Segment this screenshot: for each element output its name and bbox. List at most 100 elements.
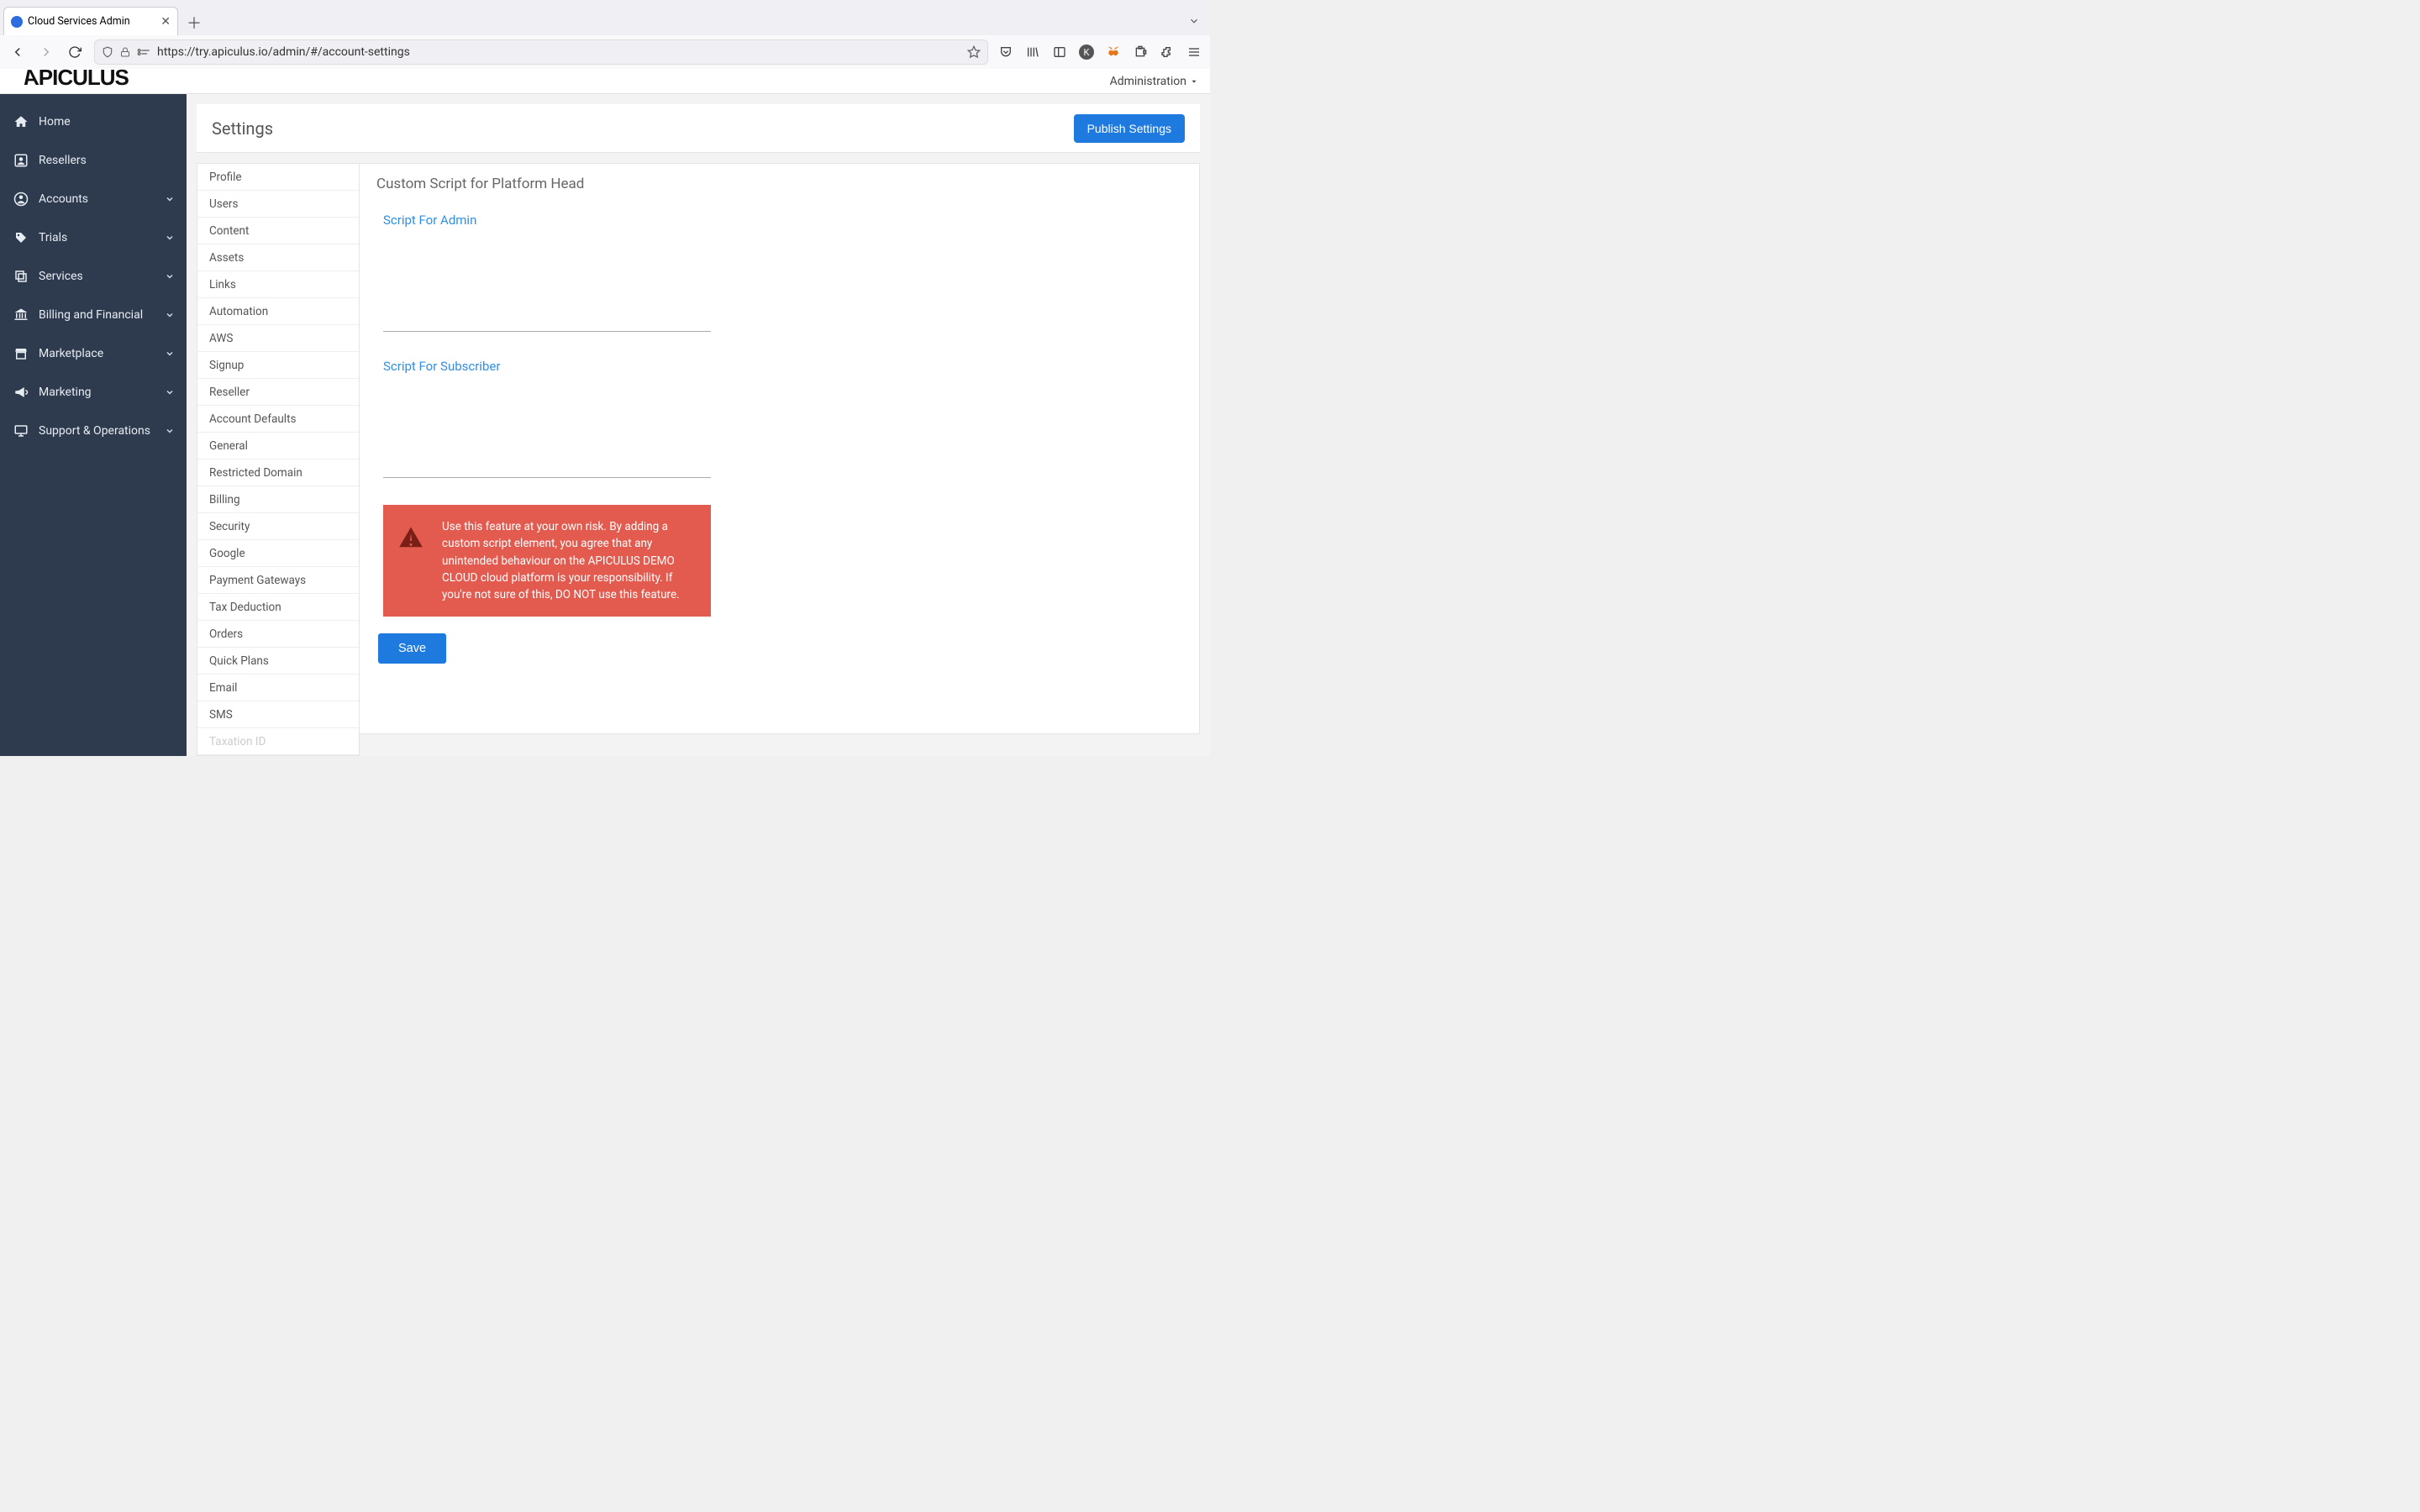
settings-nav-payment-gateways[interactable]: Payment Gateways	[197, 567, 359, 594]
permissions-icon[interactable]	[137, 46, 150, 58]
sidebar-item-label: Support & Operations	[39, 424, 150, 438]
chevron-down-icon	[165, 426, 175, 436]
administration-menu[interactable]: Administration	[1110, 69, 1198, 94]
settings-nav-users[interactable]: Users	[197, 191, 359, 218]
page-header: Settings Publish Settings	[197, 104, 1200, 153]
toolbar-right-icons: K	[998, 45, 1202, 60]
chevron-down-icon	[165, 310, 175, 320]
app-header: APICULUS Administration	[0, 69, 1210, 94]
sidebar-item-label: Trials	[39, 231, 67, 244]
new-tab-button[interactable]: ＋	[182, 10, 207, 35]
sidebar-item-label: Marketplace	[39, 347, 103, 360]
settings-nav: ProfileUsersContentAssetsLinksAutomation…	[197, 163, 360, 756]
settings-content-row: ProfileUsersContentAssetsLinksAutomation…	[197, 163, 1200, 756]
layers-icon	[13, 269, 29, 284]
sidebar-item-label: Marketing	[39, 386, 92, 399]
settings-nav-content[interactable]: Content	[197, 218, 359, 244]
script-subscriber-input[interactable]	[383, 379, 711, 478]
settings-nav-reseller[interactable]: Reseller	[197, 379, 359, 406]
settings-nav-google[interactable]: Google	[197, 540, 359, 567]
forward-button[interactable]	[37, 43, 55, 61]
settings-nav-profile[interactable]: Profile	[197, 164, 359, 191]
page-title: Settings	[212, 118, 273, 139]
browser-tab[interactable]: Cloud Services Admin ✕	[3, 7, 178, 35]
chevron-down-icon	[165, 233, 175, 243]
chevron-down-icon	[165, 387, 175, 397]
back-button[interactable]	[8, 43, 27, 61]
monitor-icon	[13, 423, 29, 438]
chevron-down-icon	[165, 271, 175, 281]
tab-overflow-button[interactable]	[1188, 7, 1200, 35]
sidebar-item-label: Services	[39, 270, 83, 283]
bank-icon	[13, 307, 29, 323]
sidebar-item-label: Billing and Financial	[39, 308, 143, 322]
settings-nav-aws[interactable]: AWS	[197, 325, 359, 352]
settings-nav-billing[interactable]: Billing	[197, 486, 359, 513]
settings-nav-quick-plans[interactable]: Quick Plans	[197, 648, 359, 675]
hamburger-menu-icon[interactable]	[1186, 45, 1202, 60]
bookmark-star-icon[interactable]	[967, 45, 981, 59]
sidebar-item-support-operations[interactable]: Support & Operations	[0, 412, 187, 450]
settings-nav-email[interactable]: Email	[197, 675, 359, 701]
reload-button[interactable]	[66, 43, 84, 61]
settings-nav-assets[interactable]: Assets	[197, 244, 359, 271]
sidebar-item-label: Resellers	[39, 154, 87, 167]
chevron-down-icon	[165, 349, 175, 359]
chevron-down-icon	[165, 194, 175, 204]
settings-nav-general[interactable]: General	[197, 433, 359, 459]
script-subscriber-label: Script For Subscriber	[383, 359, 711, 374]
app-body: Home Resellers Accounts Trials Services Billi…	[0, 94, 1210, 756]
profile-badge[interactable]: K	[1079, 45, 1094, 60]
settings-nav-account-defaults[interactable]: Account Defaults	[197, 406, 359, 433]
script-admin-label: Script For Admin	[383, 213, 711, 228]
settings-nav-automation[interactable]: Automation	[197, 298, 359, 325]
sidebar-item-marketplace[interactable]: Marketplace	[0, 334, 187, 373]
sidebar-item-accounts[interactable]: Accounts	[0, 180, 187, 218]
sidebar-item-trials[interactable]: Trials	[0, 218, 187, 257]
megaphone-icon	[13, 385, 29, 400]
warning-text: Use this feature at your own risk. By ad…	[442, 520, 680, 601]
settings-nav-taxation-id[interactable]: Taxation ID	[197, 728, 359, 755]
sidebar-item-resellers[interactable]: Resellers	[0, 141, 187, 180]
shield-icon[interactable]	[102, 46, 113, 58]
home-icon	[13, 114, 29, 129]
app-logo: APICULUS	[24, 65, 129, 91]
administration-label: Administration	[1110, 75, 1186, 88]
close-icon[interactable]: ✕	[160, 15, 171, 29]
browser-chrome: Cloud Services Admin ✕ ＋ https:	[0, 0, 1210, 69]
settings-panel: Custom Script for Platform Head Script F…	[360, 163, 1200, 734]
settings-nav-orders[interactable]: Orders	[197, 621, 359, 648]
sidebar-item-services[interactable]: Services	[0, 257, 187, 296]
pocket-icon[interactable]	[998, 45, 1013, 60]
settings-nav-restricted-domain[interactable]: Restricted Domain	[197, 459, 359, 486]
lock-icon[interactable]	[120, 46, 130, 58]
script-subscriber-field: Script For Subscriber	[383, 359, 711, 481]
tab-title: Cloud Services Admin	[28, 15, 130, 28]
sidebar-item-home[interactable]: Home	[0, 102, 187, 141]
sidebar-toggle-icon[interactable]	[1052, 45, 1067, 60]
user-circle-icon	[13, 192, 29, 207]
settings-nav-links[interactable]: Links	[197, 271, 359, 298]
save-button[interactable]: Save	[378, 633, 446, 664]
warning-icon	[398, 525, 424, 550]
extensions-puzzle-icon[interactable]	[1160, 45, 1175, 60]
metamask-icon[interactable]	[1106, 45, 1121, 60]
publish-settings-button[interactable]: Publish Settings	[1074, 114, 1185, 143]
user-box-icon	[13, 153, 29, 168]
script-admin-field: Script For Admin	[383, 213, 711, 335]
settings-nav-signup[interactable]: Signup	[197, 352, 359, 379]
sidebar-item-billing-and-financial[interactable]: Billing and Financial	[0, 296, 187, 334]
tag-icon	[13, 230, 29, 245]
url-bar[interactable]: https://try.apiculus.io/admin/#/account-…	[94, 39, 988, 65]
tab-favicon	[11, 16, 23, 28]
settings-nav-tax-deduction[interactable]: Tax Deduction	[197, 594, 359, 621]
settings-nav-security[interactable]: Security	[197, 513, 359, 540]
settings-nav-sms[interactable]: SMS	[197, 701, 359, 728]
sidebar: Home Resellers Accounts Trials Services Billi…	[0, 94, 187, 756]
sidebar-item-marketing[interactable]: Marketing	[0, 373, 187, 412]
script-admin-input[interactable]	[383, 233, 711, 332]
url-text: https://try.apiculus.io/admin/#/account-…	[157, 45, 960, 59]
sidebar-item-label: Home	[39, 115, 71, 129]
extension-icon[interactable]	[1133, 45, 1148, 60]
library-icon[interactable]	[1025, 45, 1040, 60]
